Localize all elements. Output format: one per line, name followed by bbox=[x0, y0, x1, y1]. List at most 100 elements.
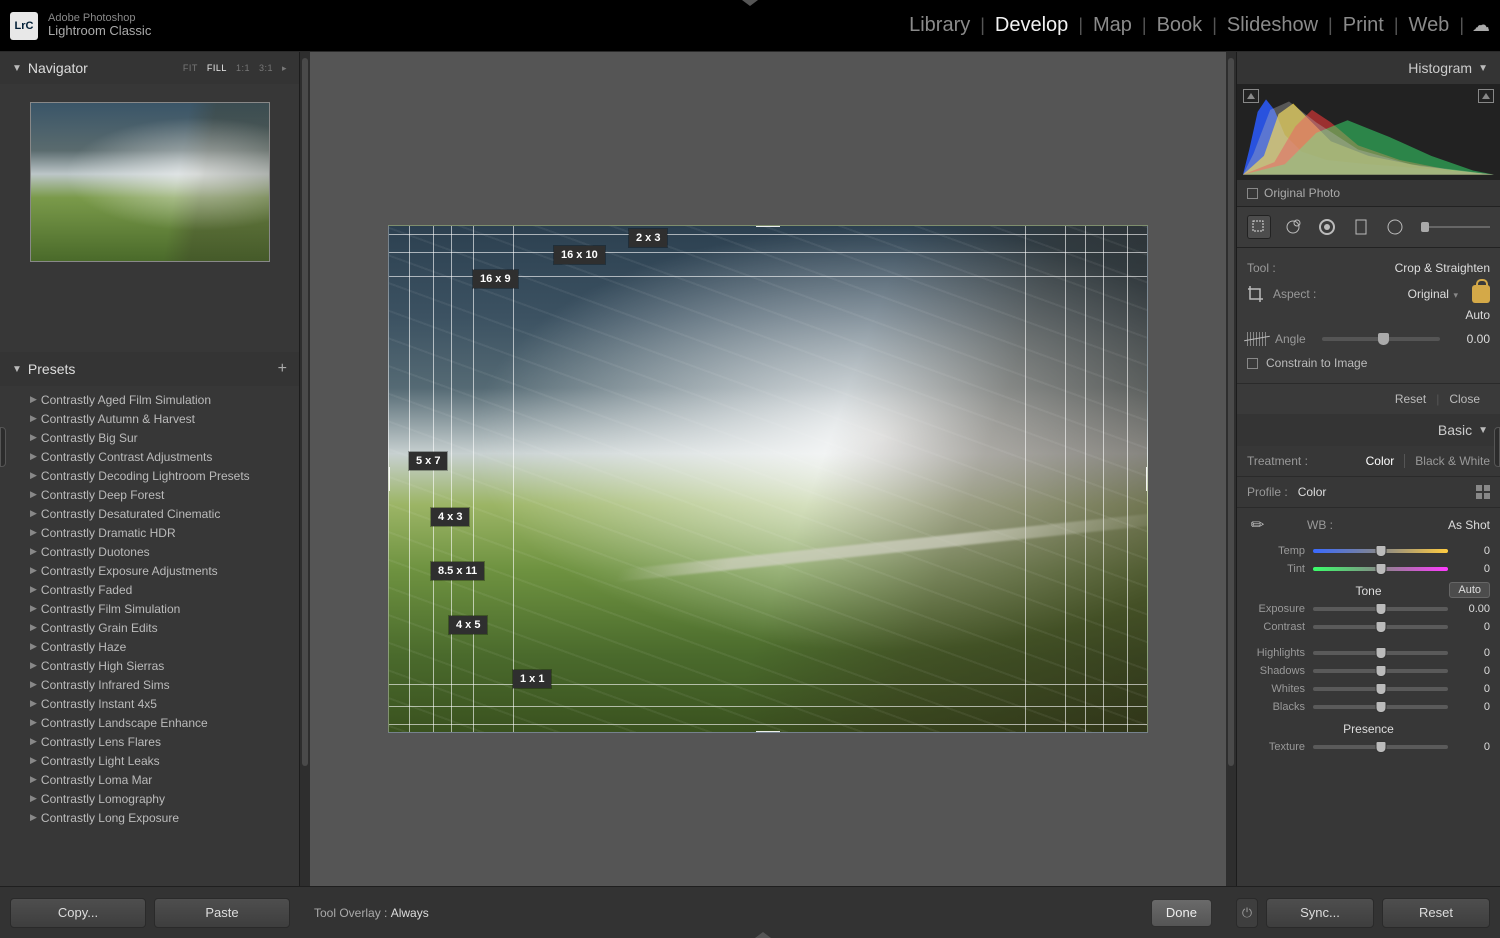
presets-header[interactable]: ▼ Presets + bbox=[0, 352, 299, 386]
crop-close-button[interactable]: Close bbox=[1439, 392, 1490, 406]
copy-button[interactable]: Copy... bbox=[10, 898, 146, 928]
navigator-header[interactable]: ▼ Navigator FITFILL1:13:1▸ bbox=[0, 52, 299, 84]
ratio-label[interactable]: 4 x 3 bbox=[431, 508, 469, 526]
profile-browser-icon[interactable] bbox=[1476, 485, 1490, 499]
right-panel-grip[interactable] bbox=[1494, 427, 1500, 467]
preset-folder[interactable]: ▶Contrastly Big Sur bbox=[24, 428, 299, 447]
texture-slider[interactable] bbox=[1313, 745, 1448, 749]
tool-overlay-dropdown[interactable]: Always bbox=[391, 906, 429, 920]
nav-zoom-3-1[interactable]: 3:1 bbox=[259, 63, 273, 74]
crop-aspect-icon[interactable] bbox=[1247, 285, 1265, 303]
ratio-label[interactable]: 4 x 5 bbox=[449, 616, 487, 634]
left-scrollbar[interactable] bbox=[300, 52, 310, 886]
preset-folder[interactable]: ▶Contrastly High Sierras bbox=[24, 656, 299, 675]
reset-button[interactable]: Reset bbox=[1382, 898, 1490, 928]
cloud-sync-icon[interactable]: ☁ bbox=[1472, 15, 1490, 36]
redeye-icon[interactable] bbox=[1315, 215, 1339, 239]
histogram[interactable] bbox=[1237, 84, 1500, 180]
preset-folder[interactable]: ▶Contrastly Decoding Lightroom Presets bbox=[24, 466, 299, 485]
tint-slider[interactable] bbox=[1313, 567, 1448, 571]
angle-auto-button[interactable]: Auto bbox=[1465, 308, 1490, 322]
preset-folder[interactable]: ▶Contrastly Landscape Enhance bbox=[24, 713, 299, 732]
preset-folder[interactable]: ▶Contrastly Haze bbox=[24, 637, 299, 656]
ratio-label[interactable]: 1 x 1 bbox=[513, 670, 551, 688]
temp-slider[interactable] bbox=[1313, 549, 1448, 553]
preset-folder[interactable]: ▶Contrastly Lens Flares bbox=[24, 732, 299, 751]
nav-zoom-1-1[interactable]: 1:1 bbox=[236, 63, 250, 74]
crop-handle-right[interactable] bbox=[1146, 467, 1148, 491]
nav-zoom-more-icon[interactable]: ▸ bbox=[282, 63, 287, 74]
top-panel-expand-icon[interactable] bbox=[742, 0, 758, 6]
shadows-slider[interactable] bbox=[1313, 669, 1448, 673]
crop-tool-icon[interactable] bbox=[1247, 215, 1271, 239]
ratio-label[interactable]: 2 x 3 bbox=[629, 229, 667, 247]
preset-folder[interactable]: ▶Contrastly Duotones bbox=[24, 542, 299, 561]
aspect-dropdown[interactable]: Original bbox=[1408, 287, 1458, 301]
nav-zoom-FIT[interactable]: FIT bbox=[183, 63, 198, 74]
tone-auto-button[interactable]: Auto bbox=[1449, 582, 1490, 598]
module-develop[interactable]: Develop bbox=[985, 14, 1078, 37]
nav-zoom-FILL[interactable]: FILL bbox=[207, 63, 227, 74]
preset-folder[interactable]: ▶Contrastly Long Exposure bbox=[24, 808, 299, 827]
angle-slider[interactable] bbox=[1322, 337, 1440, 341]
preset-folder[interactable]: ▶Contrastly Instant 4x5 bbox=[24, 694, 299, 713]
crop-corner-bl[interactable] bbox=[388, 712, 409, 733]
preset-folder[interactable]: ▶Contrastly Light Leaks bbox=[24, 751, 299, 770]
treatment-bw[interactable]: Black & White bbox=[1404, 454, 1490, 468]
preset-folder[interactable]: ▶Contrastly Desaturated Cinematic bbox=[24, 504, 299, 523]
basic-header[interactable]: Basic▼ bbox=[1237, 414, 1500, 446]
image-canvas[interactable]: 2 x 3 16 x 10 16 x 9 5 x 7 4 x 3 8.5 x 11 4 x … bbox=[388, 225, 1148, 733]
preset-folder[interactable]: ▶Contrastly Faded bbox=[24, 580, 299, 599]
sync-button[interactable]: Sync... bbox=[1266, 898, 1374, 928]
crop-reset-button[interactable]: Reset bbox=[1385, 392, 1436, 406]
left-panel-grip[interactable] bbox=[0, 427, 6, 467]
preset-folder[interactable]: ▶Contrastly Autumn & Harvest bbox=[24, 409, 299, 428]
preset-folder[interactable]: ▶Contrastly Infrared Sims bbox=[24, 675, 299, 694]
preset-folder[interactable]: ▶Contrastly Lomography bbox=[24, 789, 299, 808]
profile-dropdown[interactable]: Color bbox=[1298, 485, 1327, 499]
highlights-slider[interactable] bbox=[1313, 651, 1448, 655]
exposure-slider[interactable] bbox=[1313, 607, 1448, 611]
straighten-icon[interactable] bbox=[1247, 332, 1267, 346]
ratio-label[interactable]: 16 x 10 bbox=[554, 246, 605, 264]
treatment-color[interactable]: Color bbox=[1366, 454, 1395, 468]
preset-folder[interactable]: ▶Contrastly Deep Forest bbox=[24, 485, 299, 504]
blacks-slider[interactable] bbox=[1313, 705, 1448, 709]
module-slideshow[interactable]: Slideshow bbox=[1217, 14, 1328, 37]
aspect-lock-icon[interactable] bbox=[1472, 285, 1490, 303]
done-button[interactable]: Done bbox=[1151, 899, 1212, 927]
module-library[interactable]: Library bbox=[899, 14, 980, 37]
ratio-label[interactable]: 5 x 7 bbox=[409, 452, 447, 470]
ratio-label[interactable]: 8.5 x 11 bbox=[431, 562, 484, 580]
crop-handle-left[interactable] bbox=[388, 467, 390, 491]
module-web[interactable]: Web bbox=[1399, 14, 1460, 37]
wb-dropdown[interactable]: As Shot bbox=[1448, 518, 1490, 532]
preset-folder[interactable]: ▶Contrastly Contrast Adjustments bbox=[24, 447, 299, 466]
right-scrollbar[interactable] bbox=[1226, 52, 1236, 886]
histogram-header[interactable]: Histogram▼ bbox=[1237, 52, 1500, 84]
grad-filter-icon[interactable] bbox=[1349, 215, 1373, 239]
filmstrip-expand-icon[interactable] bbox=[755, 932, 771, 938]
preset-folder[interactable]: ▶Contrastly Exposure Adjustments bbox=[24, 561, 299, 580]
whites-slider[interactable] bbox=[1313, 687, 1448, 691]
preset-folder[interactable]: ▶Contrastly Film Simulation bbox=[24, 599, 299, 618]
preset-folder[interactable]: ▶Contrastly Loma Mar bbox=[24, 770, 299, 789]
crop-corner-br[interactable] bbox=[1127, 712, 1148, 733]
module-book[interactable]: Book bbox=[1147, 14, 1213, 37]
toggle-switch-icon[interactable]: ⏻ bbox=[1236, 898, 1258, 928]
constrain-toggle[interactable]: Constrain to Image bbox=[1247, 351, 1490, 375]
module-map[interactable]: Map bbox=[1083, 14, 1142, 37]
preset-folder[interactable]: ▶Contrastly Aged Film Simulation bbox=[24, 390, 299, 409]
spot-removal-icon[interactable] bbox=[1281, 215, 1305, 239]
module-print[interactable]: Print bbox=[1333, 14, 1394, 37]
brush-size-slider[interactable] bbox=[1421, 226, 1490, 228]
crop-corner-tr[interactable] bbox=[1127, 225, 1148, 246]
ratio-label[interactable]: 16 x 9 bbox=[473, 270, 518, 288]
crop-handle-bottom[interactable] bbox=[756, 731, 780, 733]
crop-handle-top[interactable] bbox=[756, 225, 780, 227]
paste-button[interactable]: Paste bbox=[154, 898, 290, 928]
contrast-slider[interactable] bbox=[1313, 625, 1448, 629]
navigator-thumbnail[interactable] bbox=[30, 102, 270, 262]
preset-folder[interactable]: ▶Contrastly Grain Edits bbox=[24, 618, 299, 637]
crop-corner-tl[interactable] bbox=[388, 225, 409, 246]
